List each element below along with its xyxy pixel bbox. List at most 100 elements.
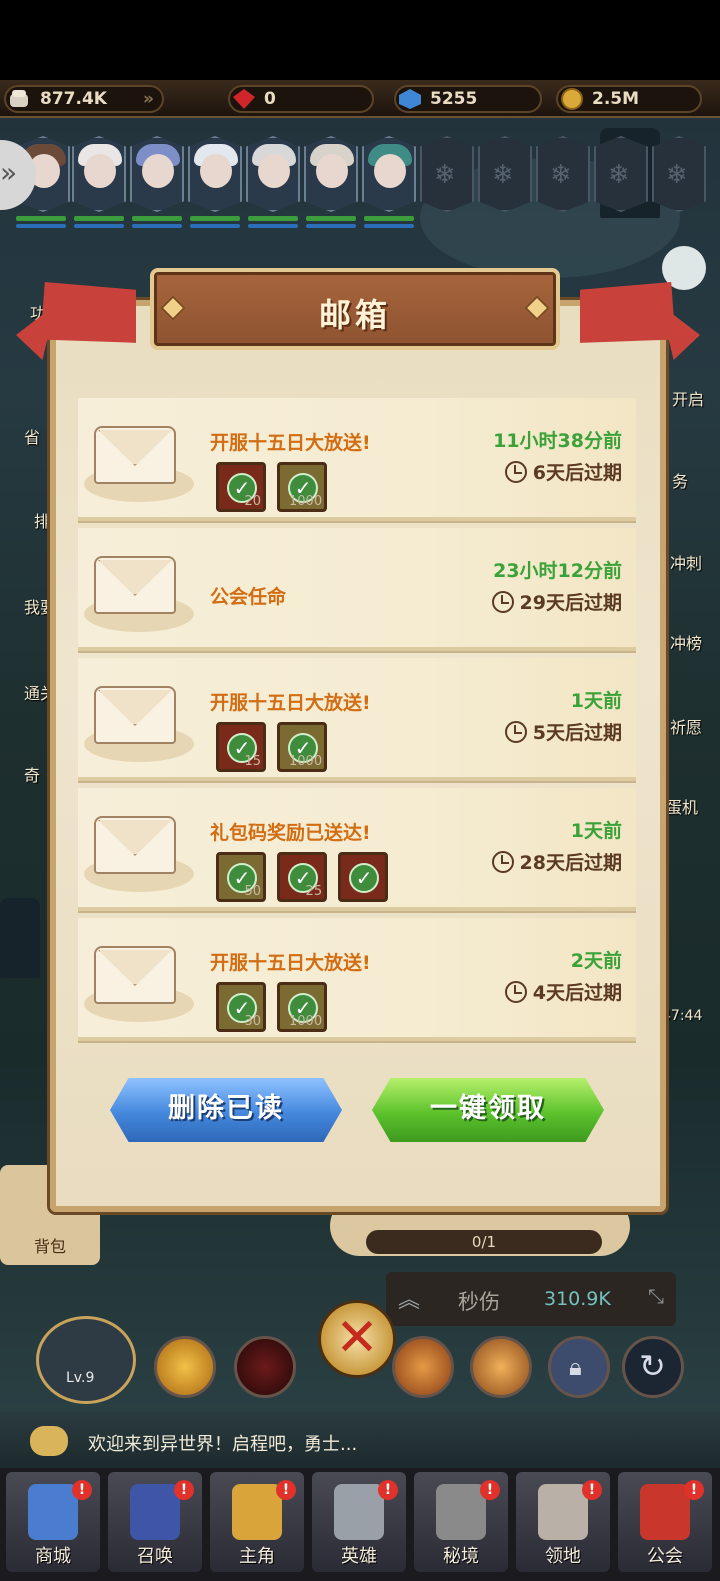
mail-expiry: 6天后过期 bbox=[504, 458, 622, 485]
side-right-label[interactable]: 务 bbox=[672, 468, 688, 492]
envelope-icon bbox=[94, 816, 176, 874]
hero-portrait[interactable] bbox=[304, 136, 358, 212]
lock-icon: 🔒︎ bbox=[569, 1353, 582, 1381]
side-right-label[interactable]: 开启 bbox=[672, 386, 704, 410]
empty-hero-slot[interactable]: ❄ bbox=[652, 136, 706, 212]
reward-item[interactable]: ✓ 15 bbox=[216, 722, 266, 772]
hero-portrait[interactable] bbox=[188, 136, 242, 212]
side-left-label[interactable]: 排 bbox=[34, 508, 50, 532]
locked-skill-slot[interactable]: 🔒︎ bbox=[548, 1336, 610, 1398]
delete-read-button[interactable]: 删除已读 bbox=[110, 1078, 342, 1142]
mail-expiry: 4天后过期 bbox=[504, 978, 622, 1005]
reward-item[interactable]: ✓ 1000 bbox=[277, 982, 328, 1032]
auto-skill-button[interactable]: ↻ bbox=[622, 1336, 684, 1398]
mail-expiry: 5天后过期 bbox=[504, 718, 622, 745]
event-timer: 47:44 bbox=[662, 1008, 703, 1024]
hero-portrait[interactable] bbox=[72, 136, 126, 212]
alert-badge: ! bbox=[480, 1480, 500, 1500]
hero-portrait[interactable] bbox=[362, 136, 416, 212]
mail-time: 23小时12分前 bbox=[493, 560, 622, 582]
tab-secret-realm[interactable]: ! 秘境 bbox=[414, 1472, 508, 1572]
envelope-icon bbox=[94, 686, 176, 744]
castle-icon bbox=[538, 1484, 588, 1540]
tombstone bbox=[0, 898, 40, 978]
reward-item[interactable]: ✓ 30 bbox=[216, 982, 266, 1032]
dps-panel[interactable]: ︽ ⤡ bbox=[386, 1272, 676, 1326]
crossed-swords-icon bbox=[436, 1484, 486, 1540]
side-right-label[interactable]: 蛋机 bbox=[666, 794, 698, 818]
alert-badge: ! bbox=[582, 1480, 602, 1500]
empty-hero-slot[interactable]: ❄ bbox=[420, 136, 474, 212]
mail-item[interactable]: 公会任命 23小时12分前 29天后过期 bbox=[78, 528, 636, 651]
mail-attachments: ✓ 15 ✓ 1000 bbox=[216, 722, 333, 776]
close-dialog-button[interactable]: ✕ bbox=[318, 1300, 396, 1378]
hero-lineup: ❄ ❄ ❄ ❄ ❄ bbox=[6, 136, 720, 236]
side-left-label[interactable]: 省 bbox=[24, 424, 40, 448]
reward-item[interactable]: ✓ 50 bbox=[216, 852, 266, 902]
empty-hero-slot[interactable]: ❄ bbox=[536, 136, 590, 212]
mail-time: 11小时38分前 bbox=[493, 430, 622, 452]
reward-item[interactable]: ✓ 25 bbox=[277, 852, 328, 902]
ruby-value: 0 bbox=[264, 89, 276, 109]
chevron-up-icon[interactable]: ︽ bbox=[398, 1282, 420, 1314]
mail-expiry: 29天后过期 bbox=[491, 588, 622, 615]
clock-icon bbox=[491, 851, 514, 873]
ruby-counter[interactable]: 0 bbox=[228, 85, 374, 113]
reward-item[interactable]: ✓ bbox=[338, 852, 389, 902]
side-left-label[interactable]: 奇 bbox=[24, 762, 40, 786]
tab-guild[interactable]: ! 公会 bbox=[618, 1472, 712, 1572]
reward-item[interactable]: ✓ 1000 bbox=[277, 722, 328, 772]
skill-slot[interactable] bbox=[154, 1336, 216, 1398]
dps-label: 秒伤 bbox=[458, 1290, 500, 1314]
tab-hero-main[interactable]: ! 主角 bbox=[210, 1472, 304, 1572]
mail-item[interactable]: 开服十五日大放送! 1天前 5天后过期 ✓ 15 ✓ 1000 bbox=[78, 658, 636, 781]
check-icon: ✓ bbox=[349, 863, 380, 893]
tab-heroes[interactable]: ! 英雄 bbox=[312, 1472, 406, 1572]
chat-bubble-icon[interactable] bbox=[30, 1426, 68, 1456]
reward-item[interactable]: ✓ 20 bbox=[216, 462, 266, 512]
tab-label: 商城 bbox=[35, 1546, 71, 1567]
player-avatar[interactable] bbox=[36, 1316, 136, 1404]
claim-all-button[interactable]: 一键领取 bbox=[372, 1078, 604, 1142]
system-status-area bbox=[0, 0, 720, 80]
gold-value: 2.5M bbox=[592, 89, 640, 109]
alert-badge: ! bbox=[174, 1480, 194, 1500]
mail-time: 1天前 bbox=[570, 690, 622, 712]
tab-territory[interactable]: ! 领地 bbox=[516, 1472, 610, 1572]
mail-item[interactable]: 礼包码奖励已送达! 1天前 28天后过期 ✓ 50 ✓ 25 ✓ bbox=[78, 788, 636, 911]
clock-icon bbox=[504, 461, 527, 483]
hp-bar bbox=[16, 216, 66, 221]
diamond-counter[interactable]: 5255 bbox=[394, 85, 542, 113]
hero-portrait[interactable] bbox=[130, 136, 184, 212]
side-right-label[interactable]: 冲榜 bbox=[670, 630, 702, 654]
hp-bar bbox=[248, 216, 298, 221]
empty-hero-slot[interactable]: ❄ bbox=[478, 136, 532, 212]
close-icon: ✕ bbox=[335, 1308, 379, 1368]
skill-slot[interactable] bbox=[470, 1336, 532, 1398]
chat-message: 欢迎来到异世界！启程吧，勇士... bbox=[88, 1434, 358, 1455]
power-counter[interactable]: 877.4K » bbox=[4, 85, 164, 113]
alert-badge: ! bbox=[276, 1480, 296, 1500]
collapse-icon[interactable]: ⤡ bbox=[648, 1284, 664, 1308]
side-right-label[interactable]: 祈愿 bbox=[670, 714, 702, 738]
skill-slot[interactable] bbox=[392, 1336, 454, 1398]
diamond-icon bbox=[398, 88, 422, 110]
tab-shop[interactable]: ! 商城 bbox=[6, 1472, 100, 1572]
hp-bar bbox=[364, 216, 414, 221]
tab-label: 主角 bbox=[239, 1546, 275, 1567]
gold-counter[interactable]: 2.5M bbox=[556, 85, 702, 113]
envelope-icon bbox=[94, 426, 176, 484]
reward-item[interactable]: ✓ 1000 bbox=[277, 462, 328, 512]
clock-icon bbox=[504, 721, 527, 743]
tab-summon[interactable]: ! 召唤 bbox=[108, 1472, 202, 1572]
tab-label: 公会 bbox=[647, 1546, 683, 1567]
mail-item[interactable]: 开服十五日大放送! 11小时38分前 6天后过期 ✓ 20 ✓ 1000 bbox=[78, 398, 636, 521]
side-right-label[interactable]: 冲刺 bbox=[670, 550, 702, 574]
hero-portrait[interactable] bbox=[246, 136, 300, 212]
skill-slot[interactable] bbox=[234, 1336, 296, 1398]
empty-hero-slot[interactable]: ❄ bbox=[594, 136, 648, 212]
stage-progress-text: 0/1 bbox=[471, 1233, 497, 1251]
mp-bar bbox=[190, 224, 240, 228]
mp-bar bbox=[364, 224, 414, 228]
mail-item[interactable]: 开服十五日大放送! 2天前 4天后过期 ✓ 30 ✓ 1000 bbox=[78, 918, 636, 1041]
